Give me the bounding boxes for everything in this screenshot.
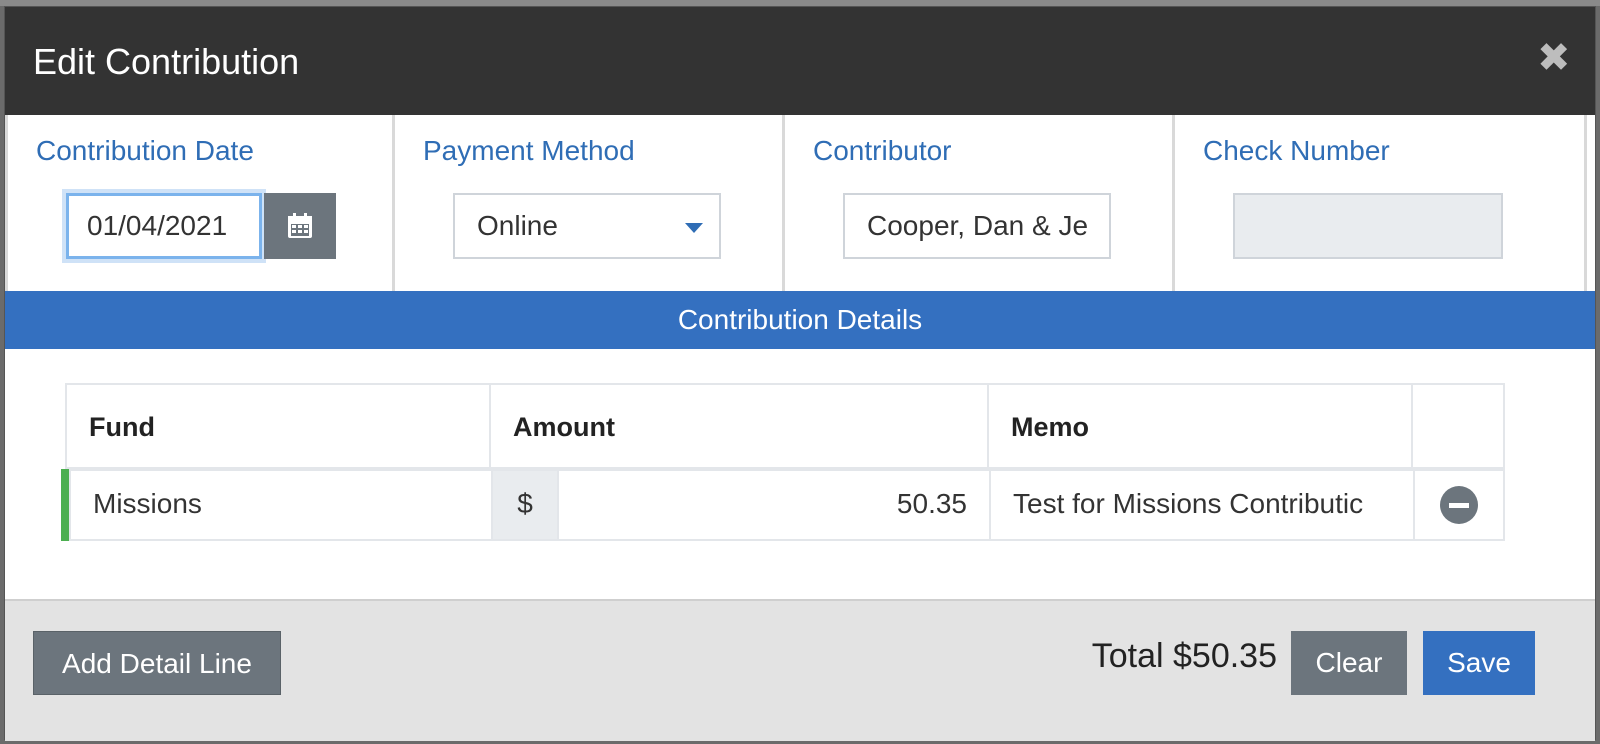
contribution-date-cell: Contribution Date 01/04/2021 xyxy=(5,115,395,291)
column-header-amount: Amount xyxy=(491,385,989,467)
contribution-date-label: Contribution Date xyxy=(36,135,254,166)
calendar-icon xyxy=(288,213,312,238)
save-button[interactable]: Save xyxy=(1423,631,1535,695)
total-amount: Total $50.35 xyxy=(1091,637,1277,675)
details-table: Fund Amount Memo Missions $ 50.35 Test f… xyxy=(61,383,1505,541)
fund-input[interactable]: Missions xyxy=(69,469,493,541)
contributor-cell: Contributor Cooper, Dan & Je xyxy=(785,115,1175,291)
memo-input[interactable]: Test for Missions Contributic xyxy=(991,469,1415,541)
dialog-footer: Add Detail Line Total $50.35 Clear Save xyxy=(5,599,1595,741)
contributor-input[interactable]: Cooper, Dan & Je xyxy=(843,193,1111,259)
currency-symbol: $ xyxy=(493,469,559,541)
amount-input[interactable]: 50.35 xyxy=(559,469,991,541)
column-header-memo: Memo xyxy=(989,385,1413,467)
clear-button[interactable]: Clear xyxy=(1291,631,1407,695)
add-detail-line-button[interactable]: Add Detail Line xyxy=(33,631,281,695)
check-number-input[interactable] xyxy=(1233,193,1503,259)
payment-method-label: Payment Method xyxy=(423,135,635,166)
calendar-button[interactable] xyxy=(264,193,336,259)
minus-circle-icon[interactable] xyxy=(1440,486,1478,524)
remove-row-cell xyxy=(1415,469,1505,541)
table-header: Fund Amount Memo xyxy=(65,383,1505,469)
chevron-down-icon xyxy=(685,223,703,233)
table-row: Missions $ 50.35 Test for Missions Contr… xyxy=(61,469,1505,541)
contribution-fields: Contribution Date 01/04/2021 Payment Met… xyxy=(5,115,1595,291)
check-number-cell: Check Number xyxy=(1175,115,1587,291)
dialog-header: Edit Contribution ✖ xyxy=(5,7,1595,115)
close-icon[interactable]: ✖ xyxy=(1537,38,1571,78)
dialog-title: Edit Contribution xyxy=(33,41,300,82)
contribution-details-header: Contribution Details xyxy=(5,291,1595,349)
edit-contribution-dialog: Edit Contribution ✖ Contribution Date 01… xyxy=(4,6,1596,741)
row-accent-bar xyxy=(61,469,69,541)
contribution-date-input[interactable]: 01/04/2021 xyxy=(66,193,262,259)
column-header-actions xyxy=(1413,385,1503,467)
check-number-label: Check Number xyxy=(1203,135,1390,166)
column-header-fund: Fund xyxy=(67,385,491,467)
payment-method-value: Online xyxy=(477,210,558,241)
payment-method-select[interactable]: Online xyxy=(453,193,721,259)
payment-method-cell: Payment Method Online xyxy=(395,115,785,291)
contributor-label: Contributor xyxy=(813,135,952,166)
